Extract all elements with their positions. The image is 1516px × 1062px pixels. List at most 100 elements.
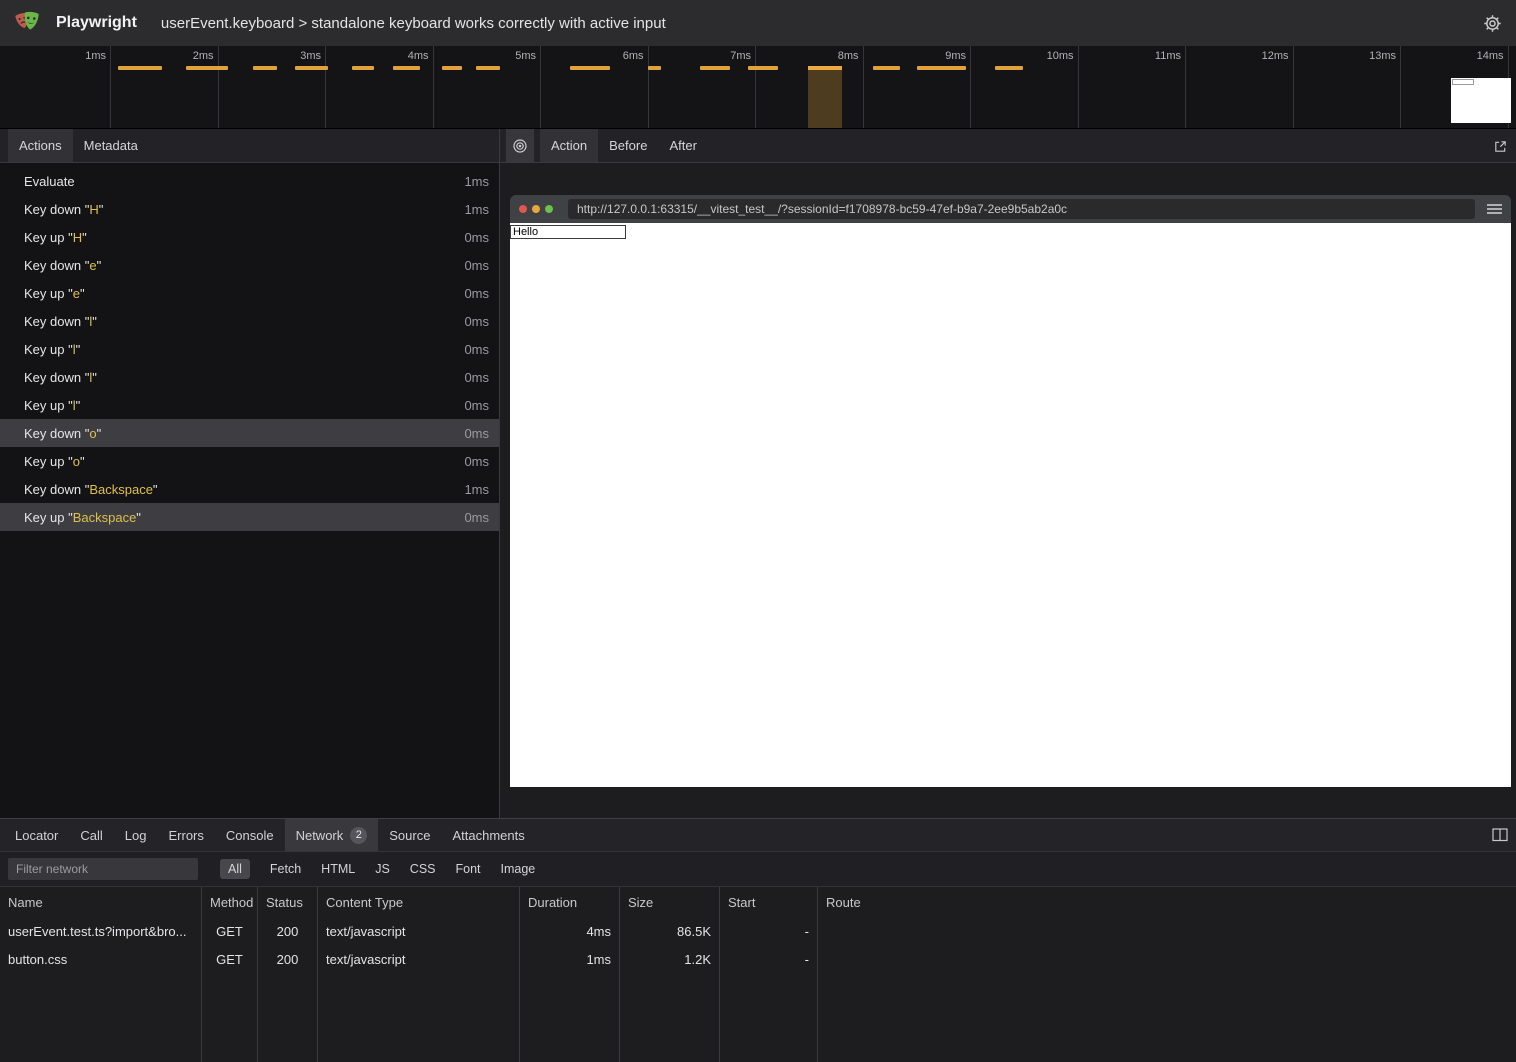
timeline-action-marker — [352, 66, 374, 70]
action-row[interactable]: Key down "l"0ms — [0, 307, 499, 335]
network-cell[interactable] — [818, 917, 1516, 945]
action-row[interactable]: Key up "Backspace"0ms — [0, 503, 499, 531]
page-text-input[interactable] — [510, 225, 626, 239]
action-list: Evaluate1msKey down "H"1msKey up "H"0msK… — [0, 163, 499, 818]
timeline-action-marker — [873, 66, 900, 70]
network-cell[interactable]: button.css — [0, 945, 202, 973]
network-table-filler — [318, 973, 520, 1062]
tab-label: Errors — [168, 828, 203, 843]
network-cell[interactable]: 1ms — [520, 945, 620, 973]
action-duration: 0ms — [464, 230, 489, 245]
timeline[interactable]: 1ms2ms3ms4ms5ms6ms7ms8ms9ms10ms11ms12ms1… — [0, 46, 1516, 129]
timeline-tick-label: 2ms — [156, 50, 214, 62]
action-key-value: H — [73, 230, 82, 245]
tab-call[interactable]: Call — [69, 819, 113, 851]
tab-attachments[interactable]: Attachments — [441, 819, 535, 851]
action-row[interactable]: Key up "H"0ms — [0, 223, 499, 251]
action-row[interactable]: Key up "o"0ms — [0, 447, 499, 475]
pick-locator-button[interactable] — [506, 129, 534, 162]
network-cell[interactable]: GET — [202, 917, 258, 945]
network-cell[interactable]: 200 — [258, 917, 318, 945]
tab-log[interactable]: Log — [114, 819, 158, 851]
tab-before-snapshot[interactable]: Before — [598, 129, 658, 162]
action-row[interactable]: Key up "l"0ms — [0, 335, 499, 363]
action-duration: 0ms — [464, 286, 489, 301]
timeline-gridline — [1293, 46, 1294, 128]
action-row[interactable]: Evaluate 1ms — [0, 167, 499, 195]
timeline-tick-label: 3ms — [263, 50, 321, 62]
network-cell[interactable]: 200 — [258, 945, 318, 973]
filter-chip-js[interactable]: JS — [375, 859, 390, 879]
filter-chip-fetch[interactable]: Fetch — [270, 859, 301, 879]
action-label: Key up " — [24, 454, 73, 469]
tab-source[interactable]: Source — [378, 819, 441, 851]
action-label: Key up " — [24, 398, 73, 413]
action-key-value: o — [73, 454, 80, 469]
tab-actions[interactable]: Actions — [8, 129, 73, 162]
network-cell[interactable]: - — [720, 917, 818, 945]
tab-errors[interactable]: Errors — [157, 819, 214, 851]
action-row[interactable]: Key down "Backspace"1ms — [0, 475, 499, 503]
tab-after-label: After — [669, 138, 696, 153]
thumbnail-input-box — [1452, 79, 1474, 85]
columns-icon — [1492, 828, 1508, 842]
network-cell[interactable]: 4ms — [520, 917, 620, 945]
network-cell[interactable]: 86.5K — [620, 917, 720, 945]
action-label: Evaluate — [24, 174, 75, 189]
network-cell[interactable]: - — [720, 945, 818, 973]
tab-action-snapshot[interactable]: Action — [540, 129, 598, 162]
action-row[interactable]: Key down "o"0ms — [0, 419, 499, 447]
timeline-tick-label: 4ms — [371, 50, 429, 62]
timeline-tick-label: 1ms — [48, 50, 106, 62]
open-snapshot-button[interactable] — [1493, 129, 1508, 163]
action-row[interactable]: Key down "e"0ms — [0, 251, 499, 279]
tab-before-label: Before — [609, 138, 647, 153]
filter-chip-font[interactable]: Font — [456, 859, 481, 879]
timeline-tick-label: 13ms — [1338, 50, 1396, 62]
tab-metadata[interactable]: Metadata — [73, 129, 149, 162]
tab-network[interactable]: Network2 — [285, 819, 379, 851]
playwright-logo-icon — [12, 7, 46, 39]
filter-chip-image[interactable]: Image — [501, 859, 536, 879]
action-label: Key down " — [24, 426, 89, 441]
filter-chip-html[interactable]: HTML — [321, 859, 355, 879]
network-cell[interactable]: userEvent.test.ts?import&bro... — [0, 917, 202, 945]
action-duration: 0ms — [464, 398, 489, 413]
toggle-layout-button[interactable] — [1492, 819, 1508, 851]
action-row[interactable]: Key down "H"1ms — [0, 195, 499, 223]
network-cell[interactable]: text/javascript — [318, 917, 520, 945]
action-row[interactable]: Key down "l"0ms — [0, 363, 499, 391]
timeline-tick-label: 11ms — [1123, 50, 1181, 62]
timeline-selection-band[interactable] — [808, 66, 842, 128]
traffic-light-red-icon — [519, 205, 527, 213]
settings-button[interactable] — [1479, 0, 1506, 46]
network-type-chips: All Fetch HTML JS CSS Font Image — [220, 859, 535, 879]
traffic-light-yellow-icon — [532, 205, 540, 213]
action-row[interactable]: Key up "e"0ms — [0, 279, 499, 307]
traffic-light-green-icon — [545, 205, 553, 213]
network-cell[interactable]: 1.2K — [620, 945, 720, 973]
action-duration: 0ms — [464, 510, 489, 525]
network-table-filler — [0, 973, 202, 1062]
network-table-filler — [818, 973, 1516, 1062]
network-cell[interactable] — [818, 945, 1516, 973]
network-cell[interactable]: GET — [202, 945, 258, 973]
action-label: " — [97, 258, 102, 273]
action-row[interactable]: Key up "l"0ms — [0, 391, 499, 419]
network-cell[interactable]: text/javascript — [318, 945, 520, 973]
filter-network-input[interactable] — [8, 858, 198, 880]
action-label: Key down " — [24, 370, 89, 385]
snapshot-browser-bar: http://127.0.0.1:63315/__vitest_test__/?… — [510, 195, 1511, 223]
action-duration: 0ms — [464, 342, 489, 357]
action-label: " — [76, 342, 81, 357]
filter-chip-css[interactable]: CSS — [410, 859, 436, 879]
tab-console[interactable]: Console — [215, 819, 285, 851]
action-duration: 1ms — [464, 174, 489, 189]
tab-locator[interactable]: Locator — [4, 819, 69, 851]
timeline-action-marker — [648, 66, 661, 70]
tab-after-snapshot[interactable]: After — [658, 129, 707, 162]
filter-chip-all[interactable]: All — [220, 859, 250, 879]
action-label: Key up " — [24, 342, 73, 357]
timeline-action-marker — [570, 66, 610, 70]
hamburger-menu-icon — [1487, 203, 1502, 215]
